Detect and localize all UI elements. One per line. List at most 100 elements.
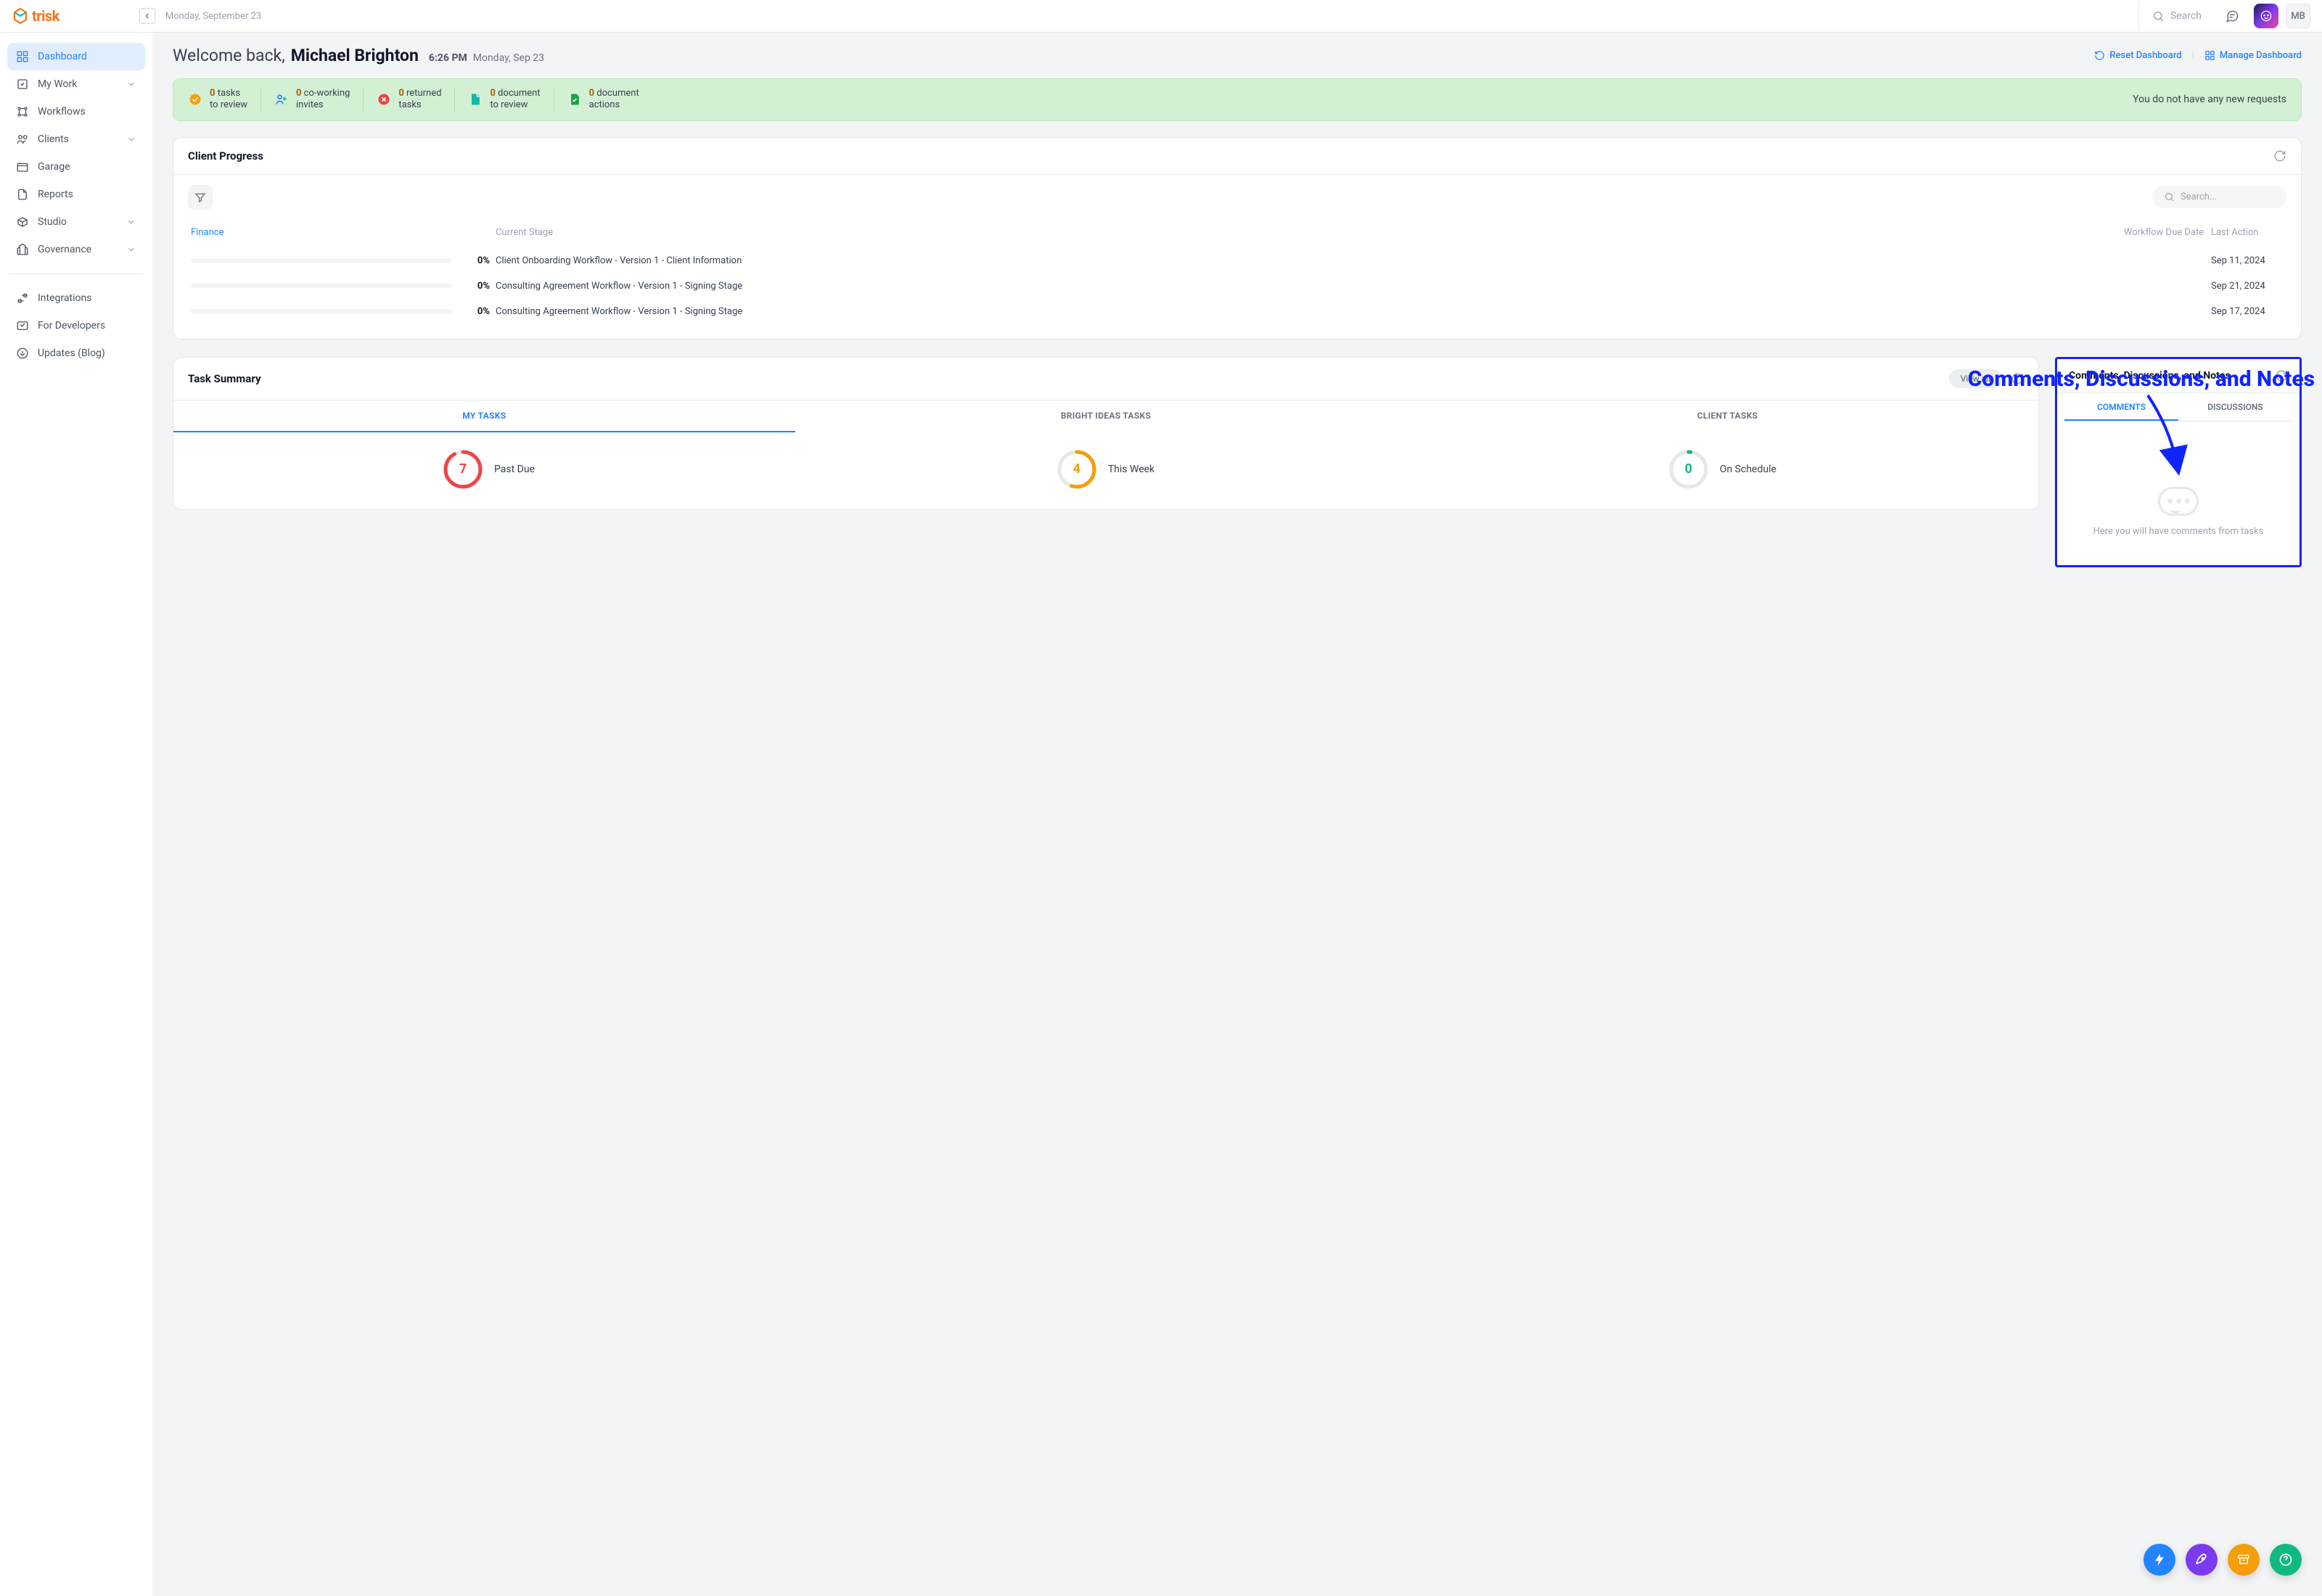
refresh-icon[interactable] bbox=[2275, 369, 2288, 382]
nav-icon bbox=[16, 50, 29, 63]
nav-icon bbox=[16, 292, 29, 305]
ai-assistant-button[interactable] bbox=[2254, 4, 2278, 28]
task-tab-bright-ideas-tasks[interactable]: BRIGHT IDEAS TASKS bbox=[795, 400, 1417, 432]
brand-logo[interactable]: trisk bbox=[12, 7, 60, 25]
alert-icon bbox=[377, 92, 391, 107]
fab-archive[interactable] bbox=[2228, 1544, 2260, 1576]
topbar-date: Monday, September 23 bbox=[165, 11, 261, 22]
fab-quick-action[interactable] bbox=[2143, 1544, 2175, 1576]
progress-bar bbox=[191, 309, 452, 313]
last-action-date: Sep 11, 2024 bbox=[2211, 255, 2284, 266]
no-requests-note: You do not have any new requests bbox=[2133, 94, 2286, 105]
task-tab-my-tasks[interactable]: MY TASKS bbox=[173, 400, 795, 432]
messages-button[interactable] bbox=[2218, 1, 2247, 30]
client-progress-row[interactable]: 0%Consulting Agreement Workflow - Versio… bbox=[188, 273, 2286, 299]
nav-icon bbox=[16, 215, 29, 229]
client-progress-title: Client Progress bbox=[188, 149, 263, 163]
progress-bar bbox=[191, 284, 452, 288]
task-tab-client-tasks[interactable]: CLIENT TASKS bbox=[1416, 400, 2038, 432]
lightning-icon bbox=[2152, 1552, 2167, 1567]
task-metric: 0 On Schedule bbox=[1414, 450, 2031, 489]
alert-item[interactable]: 0 documentactions bbox=[554, 88, 652, 112]
sidebar-item-studio[interactable]: Studio bbox=[7, 208, 145, 236]
sidebar-item-garage[interactable]: Garage bbox=[7, 153, 145, 181]
last-action-date: Sep 21, 2024 bbox=[2211, 281, 2284, 292]
comments-card: Comments, Discussions, and Notes COMMENT… bbox=[2055, 357, 2302, 567]
refresh-icon[interactable] bbox=[2011, 372, 2024, 385]
grid-icon bbox=[2204, 50, 2215, 61]
cp-header-name[interactable]: Finance bbox=[191, 227, 474, 238]
alert-icon bbox=[468, 92, 483, 107]
reset-icon bbox=[2094, 50, 2105, 61]
sidebar-item-clients[interactable]: Clients bbox=[7, 126, 145, 153]
filter-button[interactable] bbox=[188, 185, 213, 210]
sidebar-item-for-developers[interactable]: For Developers bbox=[7, 312, 145, 340]
sidebar-item-governance[interactable]: Governance bbox=[7, 236, 145, 263]
alert-item[interactable]: 0 documentto review bbox=[455, 88, 554, 112]
brand-text: trisk bbox=[32, 7, 60, 25]
nav-label: Reports bbox=[38, 189, 73, 200]
sidebar-item-dashboard[interactable]: Dashboard bbox=[7, 43, 145, 70]
alert-item[interactable]: 0 returnedtasks bbox=[364, 88, 455, 112]
progress-bar bbox=[191, 258, 452, 263]
nav-label: Clients bbox=[38, 133, 69, 145]
sidebar-item-reports[interactable]: Reports bbox=[7, 181, 145, 208]
stage-text: Client Onboarding Workflow - Version 1 -… bbox=[496, 255, 2124, 266]
cp-header-last: Last Action bbox=[2211, 227, 2284, 238]
sidebar-item-workflows[interactable]: Workflows bbox=[7, 98, 145, 126]
user-avatar[interactable]: MB bbox=[2286, 4, 2310, 28]
sidebar-divider bbox=[10, 273, 142, 274]
nav-icon bbox=[16, 319, 29, 332]
task-metric: 4This Week bbox=[797, 450, 1414, 489]
filter-icon bbox=[194, 192, 206, 203]
alert-item[interactable]: 0 tasksto review bbox=[188, 88, 261, 112]
alert-item[interactable]: 0 co-workinginvites bbox=[261, 88, 364, 112]
welcome-time: 6:26 PM bbox=[429, 52, 467, 64]
chat-icon bbox=[2225, 9, 2239, 23]
nav-label: Governance bbox=[38, 244, 91, 255]
welcome-label: Welcome back, bbox=[173, 46, 285, 65]
comments-title: Comments, Discussions, and Notes bbox=[2069, 370, 2231, 382]
nav-label: Integrations bbox=[38, 292, 91, 304]
fab-launch[interactable] bbox=[2186, 1544, 2218, 1576]
last-action-date: Sep 17, 2024 bbox=[2211, 306, 2284, 317]
manage-dashboard-label: Manage Dashboard bbox=[2220, 50, 2302, 61]
nav-icon bbox=[16, 160, 29, 173]
client-progress-search[interactable]: Search... bbox=[2152, 186, 2286, 208]
comments-tab-discussions[interactable]: DISCUSSIONS bbox=[2178, 393, 2292, 421]
back-button[interactable] bbox=[139, 8, 155, 24]
nav-icon bbox=[16, 78, 29, 91]
help-icon bbox=[2278, 1552, 2293, 1567]
manage-dashboard-button[interactable]: Manage Dashboard bbox=[2204, 50, 2302, 61]
nav-label: For Developers bbox=[38, 320, 105, 332]
nav-label: Dashboard bbox=[38, 51, 87, 62]
client-progress-row[interactable]: 0%Consulting Agreement Workflow - Versio… bbox=[188, 299, 2286, 324]
comments-tab-comments[interactable]: COMMENTS bbox=[2064, 393, 2178, 421]
sidebar-item-integrations[interactable]: Integrations bbox=[7, 284, 145, 312]
chevron-down-icon bbox=[126, 217, 136, 227]
global-search[interactable]: Search bbox=[2138, 0, 2210, 33]
metric-value: 0 bbox=[1669, 450, 1708, 489]
cp-header-due: Workflow Due Date bbox=[2124, 227, 2211, 238]
nav-label: Studio bbox=[38, 216, 67, 228]
fab-help[interactable] bbox=[2270, 1544, 2302, 1576]
view-all-button[interactable]: View all bbox=[1949, 369, 2002, 388]
stage-text: Consulting Agreement Workflow - Version … bbox=[496, 306, 2124, 317]
search-icon bbox=[2164, 192, 2175, 202]
reset-dashboard-button[interactable]: Reset Dashboard bbox=[2094, 50, 2181, 61]
metric-ring: 0 bbox=[1669, 450, 1708, 489]
sidebar-item-my-work[interactable]: My Work bbox=[7, 70, 145, 98]
sidebar: Dashboard My WorkWorkflows Clients Garage Re… bbox=[0, 33, 152, 1596]
nav-icon bbox=[16, 243, 29, 256]
metric-label: On Schedule bbox=[1720, 464, 1776, 475]
client-progress-card: Client Progress Search... bbox=[173, 137, 2302, 340]
welcome-date: Monday, Sep 23 bbox=[473, 52, 544, 64]
chevron-down-icon bbox=[126, 134, 136, 144]
task-summary-card: Task Summary View all MY TASKSBRIGHT IDE… bbox=[173, 357, 2039, 510]
sidebar-item-updates-blog-[interactable]: Updates (Blog) bbox=[7, 340, 145, 367]
metric-ring: 7 bbox=[443, 450, 483, 489]
refresh-icon[interactable] bbox=[2273, 149, 2286, 163]
progress-pct: 0% bbox=[467, 255, 496, 266]
client-progress-row[interactable]: 0%Client Onboarding Workflow - Version 1… bbox=[188, 248, 2286, 273]
progress-pct: 0% bbox=[467, 281, 496, 292]
